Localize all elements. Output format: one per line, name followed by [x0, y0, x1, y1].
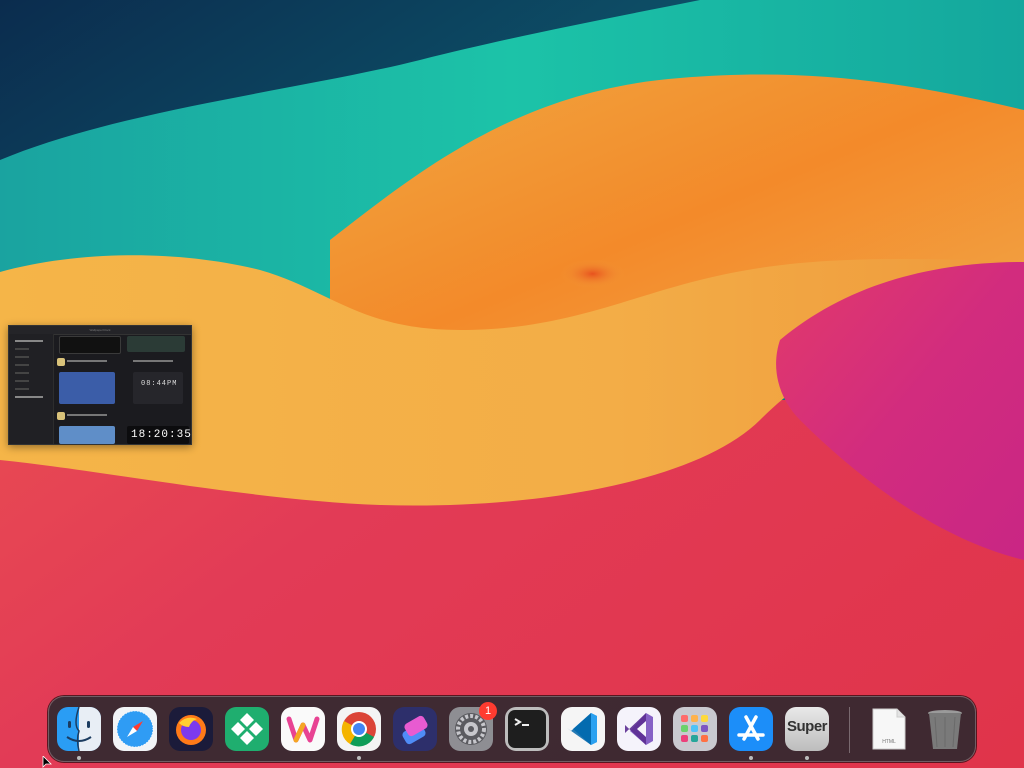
thumbnail-card: [127, 336, 185, 352]
w-app-icon: [281, 707, 325, 751]
running-indicator: [749, 756, 753, 760]
thumbnail-card: [57, 412, 65, 420]
running-indicator: [805, 756, 809, 760]
visual-studio-icon: [617, 707, 661, 751]
vscode-icon: [561, 707, 605, 751]
dock-trash[interactable]: [923, 707, 967, 751]
app-store-icon: [729, 707, 773, 751]
dock-vscode[interactable]: [561, 707, 605, 751]
thumbnail-text: [67, 360, 107, 362]
thumbnail-title: WallpaperClock: [89, 328, 111, 332]
dock-green-app[interactable]: [225, 707, 269, 751]
dock-chrome[interactable]: [337, 707, 381, 751]
launchpad-icon: [673, 707, 717, 751]
dock-visual-studio[interactable]: [617, 707, 661, 751]
html-file-label: HTML: [882, 739, 896, 745]
finder-icon: [57, 707, 101, 751]
super-icon: Super: [786, 718, 828, 735]
thumbnail-clock: 08:44PM: [141, 380, 178, 388]
running-indicator: [77, 756, 81, 760]
dock-html-document[interactable]: HTML: [867, 707, 911, 751]
mouse-cursor: [42, 756, 52, 768]
dock-divider: [849, 707, 850, 753]
firefox-icon: [169, 707, 213, 751]
dock-launchpad[interactable]: [673, 707, 717, 751]
thumbnail-sidebar: [9, 334, 54, 444]
shortcuts-icon: [393, 707, 437, 751]
thumbnail-text: [133, 360, 173, 362]
dock-app-store[interactable]: [729, 707, 773, 751]
notification-badge: 1: [479, 702, 497, 720]
dock: 1 Super HTML: [48, 696, 976, 762]
thumbnail-big-clock: 18:20:35: [131, 429, 192, 441]
thumbnail-card: [59, 372, 115, 404]
thumbnail-card: 08:44PM: [133, 372, 183, 404]
thumbnail-text: [67, 414, 107, 416]
trash-icon: [928, 710, 962, 749]
minimized-window-thumbnail[interactable]: WallpaperClock 08:44PM 18:20:35: [8, 325, 192, 445]
dock-shortcuts[interactable]: [393, 707, 437, 751]
thumbnail-card: [57, 358, 65, 366]
green-diamond-icon: [225, 707, 269, 751]
thumbnail-card: [59, 426, 115, 444]
dock-terminal[interactable]: [505, 707, 549, 751]
safari-icon: [113, 707, 157, 751]
thumbnail-card: [59, 336, 121, 354]
dock-super[interactable]: Super: [785, 707, 829, 751]
chrome-icon: [337, 707, 381, 751]
dock-w-app[interactable]: [281, 707, 325, 751]
dock-finder[interactable]: [57, 707, 101, 751]
terminal-icon: [505, 707, 549, 751]
thumbnail-card: 18:20:35: [127, 426, 192, 444]
dock-firefox[interactable]: [169, 707, 213, 751]
running-indicator: [357, 756, 361, 760]
dock-safari[interactable]: [113, 707, 157, 751]
